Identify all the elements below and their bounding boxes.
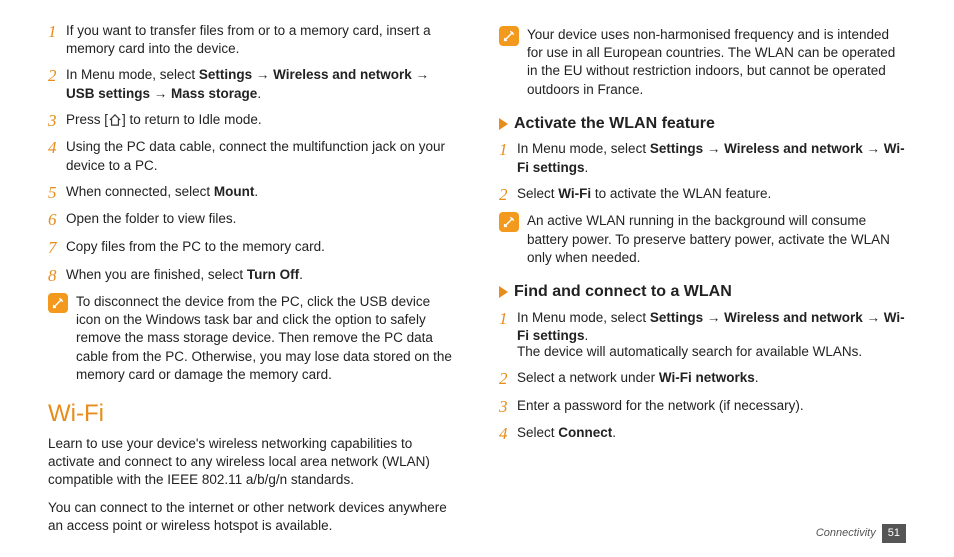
step-pre: In Menu mode, select [517,310,650,325]
step-number: 2 [499,185,517,205]
step-text: In Menu mode, select Settings → Wireless… [66,66,455,102]
right-column: Your device uses non-harmonised frequenc… [499,22,906,546]
step-bold: Connect [558,425,612,440]
step-bold: Wi-Fi networks [659,370,755,385]
step-text: Using the PC data cable, connect the mul… [66,138,455,174]
note-battery: An active WLAN running in the background… [499,212,906,267]
step-text: Press [ ] to return to Idle mode. [66,111,455,131]
step-text: Select Connect. [517,424,906,444]
step-pre: When connected, select [66,184,214,199]
note-text: To disconnect the device from the PC, cl… [76,293,455,384]
step-number: 6 [48,210,66,230]
note-text: An active WLAN running in the background… [527,212,906,267]
step-post: . [257,86,261,101]
home-icon [108,114,122,126]
step-post: . [254,184,258,199]
activate-step-2: 2 Select Wi-Fi to activate the WLAN feat… [499,185,906,205]
step-number: 4 [499,424,517,444]
step-bold: Turn Off [247,267,299,282]
step-2: 2 In Menu mode, select Settings → Wirele… [48,66,455,102]
note-icon [499,26,519,46]
step-post: ] to return to Idle mode. [122,112,262,127]
step-post: . [585,328,589,343]
step-text: When connected, select Mount. [66,183,455,203]
step-number: 3 [48,111,66,131]
step-text: Select Wi-Fi to activate the WLAN featur… [517,185,906,205]
step-number: 7 [48,238,66,258]
left-column: 1 If you want to transfer files from or … [48,22,455,546]
step-bold: Mount [214,184,254,199]
heading-wifi: Wi-Fi [48,398,455,430]
step-text: Open the folder to view files. [66,210,455,230]
activate-step-1: 1 In Menu mode, select Settings → Wirele… [499,140,906,176]
footer-section: Connectivity [816,526,876,541]
step-text: In Menu mode, select Settings → Wireless… [517,140,906,176]
footer-page-number: 51 [882,524,906,543]
step-pre: When you are finished, select [66,267,247,282]
note-regulatory: Your device uses non-harmonised frequenc… [499,26,906,99]
step-1: 1 If you want to transfer files from or … [48,22,455,58]
step-5: 5 When connected, select Mount. [48,183,455,203]
note-text: Your device uses non-harmonised frequenc… [527,26,906,99]
step-number: 5 [48,183,66,203]
step-text: If you want to transfer files from or to… [66,22,455,58]
step-post: . [299,267,303,282]
step-post: to activate the WLAN feature. [591,186,771,201]
step-pre: Select [517,425,558,440]
note-icon [48,293,68,313]
step-pre: In Menu mode, select [66,67,199,82]
step-7: 7 Copy files from the PC to the memory c… [48,238,455,258]
step-pre: Select [517,186,558,201]
find-step-2: 2 Select a network under Wi-Fi networks. [499,369,906,389]
step-3: 3 Press [ ] to return to Idle mode. [48,111,455,131]
step-text: Select a network under Wi-Fi networks. [517,369,906,389]
step-6: 6 Open the folder to view files. [48,210,455,230]
page-footer: Connectivity 51 [816,524,906,543]
note-disconnect: To disconnect the device from the PC, cl… [48,293,455,384]
step-text: Enter a password for the network (if nec… [517,397,906,417]
step-post: . [755,370,759,385]
heading-find-wlan: Find and connect to a WLAN [499,281,906,303]
step-number: 2 [48,66,66,102]
wifi-paragraph-2: You can connect to the internet or other… [48,499,455,535]
heading-text: Activate the WLAN feature [514,113,715,135]
wifi-paragraph-1: Learn to use your device's wireless netw… [48,435,455,490]
step-number: 8 [48,266,66,286]
step-number: 1 [499,309,517,345]
step-4: 4 Using the PC data cable, connect the m… [48,138,455,174]
step-post: . [585,160,589,175]
find-step-3: 3 Enter a password for the network (if n… [499,397,906,417]
step-pre: In Menu mode, select [517,141,650,156]
step-text: When you are finished, select Turn Off. [66,266,455,286]
step-bold: Wi-Fi [558,186,591,201]
note-icon [499,212,519,232]
step-pre: Press [ [66,112,108,127]
find-step-1-extra: The device will automatically search for… [517,343,906,361]
step-number: 1 [48,22,66,58]
step-number: 3 [499,397,517,417]
find-step-4: 4 Select Connect. [499,424,906,444]
heading-activate-wlan: Activate the WLAN feature [499,113,906,135]
step-post: . [612,425,616,440]
step-number: 1 [499,140,517,176]
find-step-1: 1 In Menu mode, select Settings → Wirele… [499,309,906,345]
step-number: 2 [499,369,517,389]
heading-text: Find and connect to a WLAN [514,281,732,303]
step-number: 4 [48,138,66,174]
step-text: In Menu mode, select Settings → Wireless… [517,309,906,345]
step-pre: Select a network under [517,370,659,385]
step-text: Copy files from the PC to the memory car… [66,238,455,258]
step-8: 8 When you are finished, select Turn Off… [48,266,455,286]
